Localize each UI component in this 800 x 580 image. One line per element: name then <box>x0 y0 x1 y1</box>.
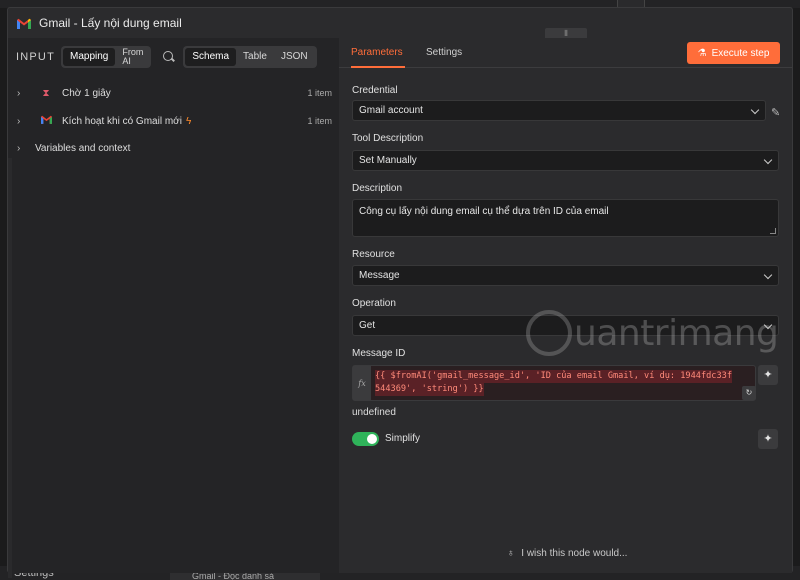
tree-item-count: 1 item <box>307 116 332 126</box>
lightbulb-icon <box>526 310 572 356</box>
mode-mapping-option[interactable]: Mapping <box>63 48 116 66</box>
watermark-logo: uantrimang <box>526 310 779 356</box>
tree-item-wait[interactable]: › ⧗ Chờ 1 giây 1 item <box>8 84 339 102</box>
operation-label: Operation <box>352 298 396 309</box>
input-panel: INPUT Mapping From AI Schema Table JSON … <box>8 38 339 578</box>
description-label: Description <box>352 183 403 194</box>
view-json-option[interactable]: JSON <box>274 48 315 66</box>
pencil-icon[interactable]: ✎ <box>771 106 780 119</box>
input-panel-scrollbar[interactable] <box>8 158 12 578</box>
expression-line-2: 544369', 'string') }} <box>375 383 484 396</box>
dialog-title: Gmail - Lấy nội dung email <box>39 16 182 30</box>
description-textarea[interactable]: Công cụ lấy nội dung email cụ thể dựa tr… <box>352 199 779 237</box>
message-id-label: Message ID <box>352 348 406 359</box>
credential-label: Credential <box>352 85 398 96</box>
gmail-icon <box>39 115 53 127</box>
resource-value: Message <box>359 270 400 281</box>
tool-description-select[interactable]: Set Manually <box>352 150 779 171</box>
search-icon[interactable] <box>163 51 175 63</box>
tree-item-label: Variables and context <box>35 142 131 154</box>
simplify-toggle[interactable] <box>352 432 379 446</box>
watermark-text: uantrimang <box>574 312 779 354</box>
resize-handle-icon[interactable] <box>770 228 776 234</box>
expression-line-1: {{ $fromAI('gmail_message_id', 'ID của e… <box>375 370 732 383</box>
dialog-titlebar: Gmail - Lấy nội dung email <box>8 8 792 38</box>
resource-select[interactable]: Message <box>352 265 779 286</box>
chevron-down-icon <box>763 155 773 165</box>
description-value: Công cụ lấy nội dung email cụ thể dựa tr… <box>359 206 609 217</box>
tree-item-count: 1 item <box>307 88 332 98</box>
view-table-option[interactable]: Table <box>236 48 274 66</box>
lightbulb-icon: ♁ <box>507 548 515 559</box>
operation-value: Get <box>359 320 376 331</box>
tab-parameters[interactable]: Parameters <box>351 47 403 58</box>
feedback-link[interactable]: ♁ I wish this node would... <box>507 548 627 559</box>
tool-description-label: Tool Description <box>352 133 424 144</box>
sparkle-icon[interactable]: ✦ <box>758 365 778 385</box>
tab-settings[interactable]: Settings <box>426 47 462 58</box>
tree-item-gmail-trigger[interactable]: › Kích hoạt khi có Gmail mới ϟ 1 item <box>8 112 339 130</box>
refresh-icon[interactable]: ↻ <box>742 386 756 400</box>
tool-description-value: Set Manually <box>359 155 417 166</box>
sparkle-icon[interactable]: ✦ <box>758 429 778 449</box>
execute-step-label: Execute step <box>711 47 770 59</box>
tree-item-variables[interactable]: › Variables and context <box>8 139 339 157</box>
bolt-icon: ϟ <box>185 115 192 127</box>
active-tab-indicator <box>351 66 405 68</box>
tree-item-label: Kích hoạt khi có Gmail mới <box>62 115 182 127</box>
flask-icon: ⚗ <box>697 47 707 59</box>
view-schema-option[interactable]: Schema <box>185 48 237 66</box>
mode-switch: Mapping From AI <box>61 46 152 68</box>
chevron-right-icon[interactable]: › <box>17 116 29 127</box>
tree-item-label: Chờ 1 giây <box>62 87 111 99</box>
fx-icon: fx <box>353 366 371 400</box>
hourglass-icon: ⧗ <box>42 87 50 99</box>
credential-select[interactable]: Gmail account <box>352 100 766 121</box>
parameters-panel: Parameters Settings ⚗ Execute step Crede… <box>339 38 792 573</box>
resource-label: Resource <box>352 249 395 260</box>
feedback-text: I wish this node would... <box>521 548 628 559</box>
credential-value: Gmail account <box>359 105 423 116</box>
chevron-down-icon <box>750 105 760 115</box>
parameters-tabs: Parameters Settings ⚗ Execute step <box>339 38 792 68</box>
message-id-expression-input[interactable]: fx {{ $fromAI('gmail_message_id', 'ID củ… <box>352 365 756 401</box>
mode-from-ai-option[interactable]: From AI <box>115 48 149 66</box>
input-label: INPUT <box>16 51 55 63</box>
node-dialog: Gmail - Lấy nội dung email INPUT Mapping… <box>7 7 793 578</box>
chevron-right-icon[interactable]: › <box>17 143 29 154</box>
expression-result: undefined <box>352 407 396 418</box>
view-switch: Schema Table JSON <box>183 46 317 68</box>
expression-text: {{ $fromAI('gmail_message_id', 'ID của e… <box>371 366 736 400</box>
gmail-icon <box>17 18 31 29</box>
mode-from-ai-label: From AI <box>122 47 144 66</box>
simplify-label: Simplify <box>385 433 421 444</box>
execute-step-button[interactable]: ⚗ Execute step <box>687 42 780 64</box>
chevron-right-icon[interactable]: › <box>17 88 29 99</box>
chevron-down-icon <box>763 270 773 280</box>
input-panel-header: INPUT Mapping From AI Schema Table JSON <box>8 44 339 70</box>
